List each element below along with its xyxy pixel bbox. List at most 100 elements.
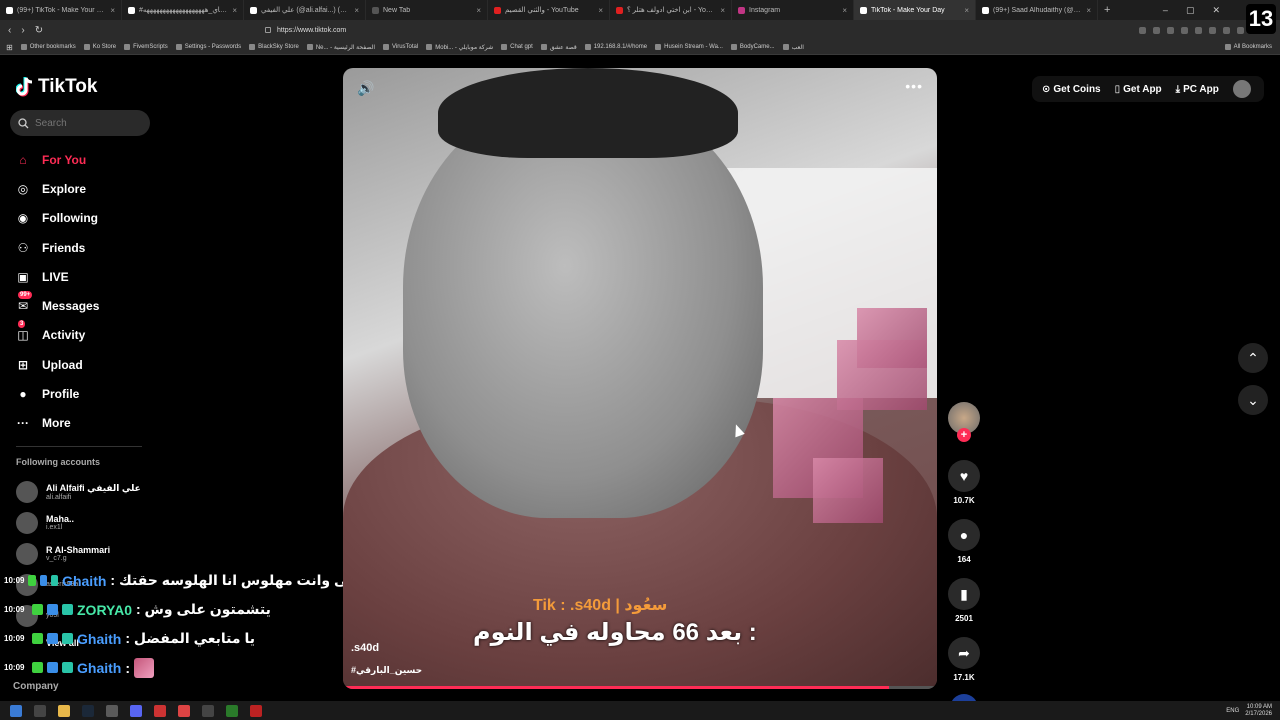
extension-icon[interactable] <box>1139 26 1146 34</box>
following-account[interactable]: Maha.. i.ex1l <box>16 507 216 538</box>
following-account[interactable]: Ali Alfaifi علي الفيفي ali.alfaifi <box>16 476 216 507</box>
close-tab-icon[interactable]: × <box>110 6 115 15</box>
extension-icon[interactable] <box>1209 26 1216 34</box>
more-options-icon[interactable]: ••• <box>905 78 923 94</box>
tiktok-logo[interactable]: TikTok <box>16 76 97 98</box>
following-account[interactable]: R Al-Shammari v_c7.g <box>16 538 216 569</box>
follow-plus-icon[interactable]: + <box>957 428 971 442</box>
video-progress-bar[interactable] <box>343 686 937 689</box>
like-action[interactable]: ♥ 10.7K <box>948 460 980 505</box>
close-window-icon[interactable]: ✕ <box>1212 5 1220 16</box>
search-input[interactable] <box>35 117 145 129</box>
site-info-icon[interactable] <box>265 27 271 33</box>
bookmark-item[interactable]: قصة عشق <box>540 44 577 51</box>
apps-icon[interactable]: ⊞ <box>6 43 13 52</box>
search-taskbar-icon[interactable] <box>34 704 46 717</box>
comment-action[interactable]: ● 164 <box>948 519 980 564</box>
heart-icon[interactable]: ♥ <box>948 460 980 492</box>
reload-icon[interactable]: ↻ <box>35 25 43 36</box>
bookmark-item[interactable]: Settings - Passwords <box>175 44 241 50</box>
close-tab-icon[interactable]: × <box>1086 6 1091 15</box>
browser-tab[interactable]: (99+) TikTok - Make Your Day × <box>0 0 122 20</box>
chrome-icon[interactable] <box>178 704 190 717</box>
steam-icon[interactable] <box>82 704 94 717</box>
sidebar-item-activity[interactable]: ◫ 3 Activity <box>14 320 214 350</box>
volume-icon[interactable]: 🔊 <box>357 80 374 97</box>
close-tab-icon[interactable]: × <box>354 6 359 15</box>
bookmark-item[interactable]: العب <box>782 44 804 51</box>
sidebar-item-more[interactable]: ··· More <box>14 409 214 438</box>
sidebar-item-profile[interactable]: ● Profile <box>14 379 214 408</box>
browser-tab[interactable]: #الشاي_هههههههههههههههههههه... × <box>122 0 244 20</box>
new-tab-button[interactable]: + <box>1098 4 1116 16</box>
app-icon[interactable] <box>226 704 238 717</box>
search-box[interactable] <box>10 110 150 136</box>
video-player[interactable]: 🔊 ••• Tik : .s40d | سعُود بعد 66 محاوله … <box>343 68 937 689</box>
maximize-icon[interactable]: ▢ <box>1186 5 1195 16</box>
browser-tab[interactable]: (99+) Saad Alhudaithy (@saad_hu7) × <box>976 0 1098 20</box>
bookmark-item[interactable]: FivemScripts <box>124 44 168 50</box>
sidebar-item-for-you[interactable]: ⌂ For You <box>14 145 214 174</box>
app-icon[interactable] <box>250 704 262 717</box>
bookmark-item[interactable]: BodyCame... <box>730 44 775 50</box>
explorer-icon[interactable] <box>58 704 70 717</box>
obs-icon[interactable] <box>106 704 118 717</box>
clock[interactable]: 10:09 AM 2/17/2026 <box>1245 704 1272 718</box>
share-icon[interactable]: ➦ <box>948 637 980 669</box>
creator-avatar[interactable]: + <box>948 402 980 442</box>
bookmark-item[interactable]: Chat gpt <box>501 44 533 50</box>
save-action[interactable]: ▮ 2501 <box>948 578 980 623</box>
browser-tab[interactable]: ابن اختي ادولف هتلر ؟ - YouTube × <box>610 0 732 20</box>
app-icon[interactable] <box>154 704 166 717</box>
extension-icon[interactable] <box>1167 26 1174 34</box>
forward-icon[interactable]: › <box>21 25 24 36</box>
pc-app-button[interactable]: ⤓ PC App <box>1176 84 1219 95</box>
close-tab-icon[interactable]: × <box>720 6 725 15</box>
get-coins-button[interactable]: ⊙ Get Coins <box>1042 84 1101 95</box>
extension-icon[interactable] <box>1181 26 1188 34</box>
sidebar-item-explore[interactable]: ◎ Explore <box>14 174 214 203</box>
profile-avatar[interactable] <box>1232 80 1251 98</box>
bookmark-item[interactable]: Ne... - الصفحة الرئيسية <box>306 44 375 51</box>
close-tab-icon[interactable]: × <box>476 6 481 15</box>
browser-tab[interactable]: علي الفيفي (@ali.alfai...) (99+) Ali Alf… <box>244 0 366 20</box>
next-video-button[interactable]: ⌄ <box>1238 385 1268 415</box>
close-tab-icon[interactable]: × <box>964 6 969 15</box>
browser-tab[interactable]: TikTok - Make Your Day × <box>854 0 976 20</box>
app-icon[interactable] <box>202 704 214 717</box>
extension-icon[interactable] <box>1223 26 1230 34</box>
back-icon[interactable]: ‹ <box>8 25 11 36</box>
url-field[interactable]: https://www.tiktok.com <box>265 23 825 37</box>
extension-icon[interactable] <box>1153 26 1160 34</box>
company-link[interactable]: Company <box>13 681 59 692</box>
extension-icon[interactable] <box>1237 26 1244 34</box>
discord-icon[interactable] <box>130 704 142 717</box>
close-tab-icon[interactable]: × <box>598 6 603 15</box>
bookmark-item[interactable]: 192.168.8.1/#/home <box>584 44 647 50</box>
bookmark-item[interactable]: Ko Store <box>83 44 116 50</box>
comment-icon[interactable]: ● <box>948 519 980 551</box>
all-bookmarks-button[interactable]: All Bookmarks <box>1224 44 1280 50</box>
lang-indicator[interactable]: ENG <box>1226 708 1239 714</box>
sidebar-item-live[interactable]: ▣ LIVE <box>14 262 214 291</box>
bookmark-item[interactable]: Mobi... - شركة موبايلي <box>426 44 493 51</box>
bookmark-item[interactable]: Other bookmarks <box>20 44 76 50</box>
sidebar-item-following[interactable]: ◉ Following <box>14 204 214 233</box>
extension-icon[interactable] <box>1195 26 1202 34</box>
get-app-button[interactable]: ▯ Get App <box>1115 84 1162 95</box>
bookmark-item[interactable]: BlackSky Store <box>249 44 299 50</box>
video-author[interactable]: .s40d <box>351 642 379 654</box>
sidebar-item-upload[interactable]: ⊞ Upload <box>14 350 214 379</box>
browser-tab[interactable]: New Tab × <box>366 0 488 20</box>
browser-tab[interactable]: والثني القصيم - YouTube × <box>488 0 610 20</box>
bookmark-icon[interactable]: ▮ <box>948 578 980 610</box>
close-tab-icon[interactable]: × <box>842 6 847 15</box>
sidebar-item-messages[interactable]: ✉ 99+ Messages <box>14 291 214 320</box>
browser-tab[interactable]: Instagram × <box>732 0 854 20</box>
sidebar-item-friends[interactable]: ⚇ Friends <box>14 233 214 262</box>
minimize-icon[interactable]: – <box>1163 5 1168 16</box>
share-action[interactable]: ➦ 17.1K <box>948 637 980 682</box>
previous-video-button[interactable]: ⌃ <box>1238 343 1268 373</box>
close-tab-icon[interactable]: × <box>232 6 237 15</box>
video-hashtag[interactable]: #حسين_البارقي <box>351 665 422 676</box>
